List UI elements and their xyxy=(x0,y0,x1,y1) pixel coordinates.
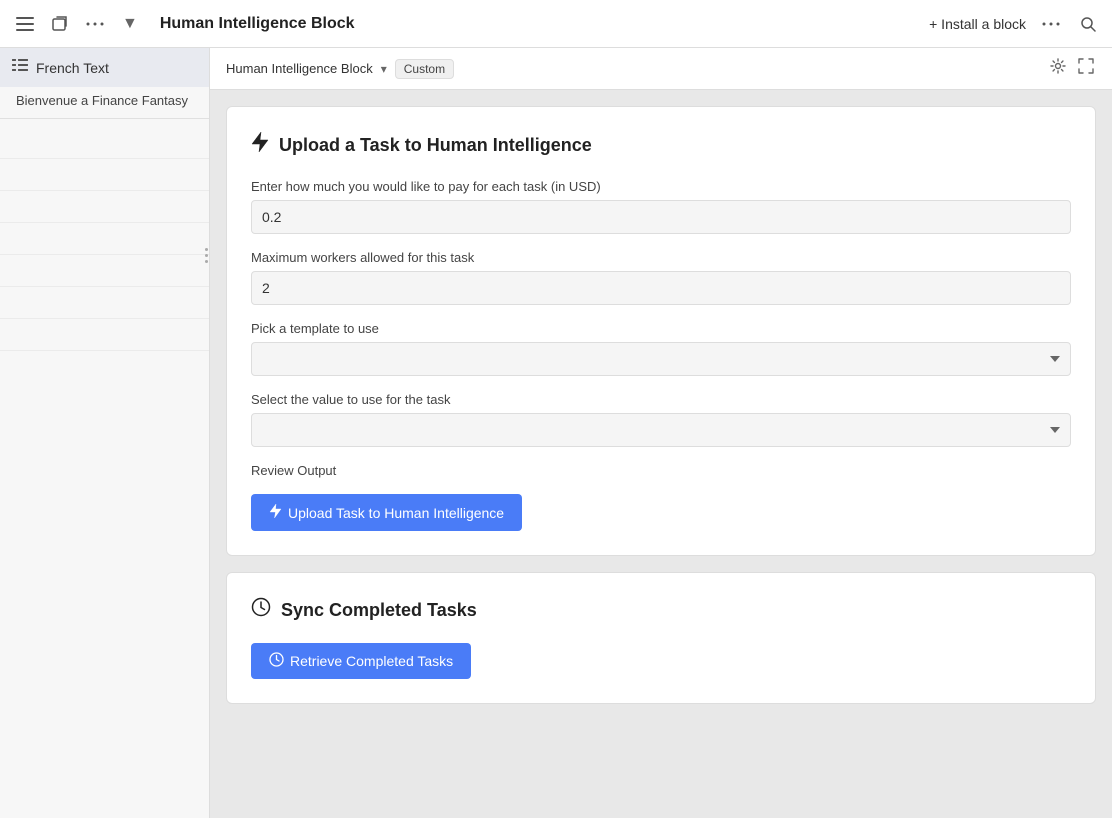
scroll-content: Upload a Task to Human Intelligence Ente… xyxy=(210,90,1112,818)
retrieve-btn-icon xyxy=(269,652,284,670)
sidebar-empty-row-3 xyxy=(0,191,209,223)
sync-card-title-text: Sync Completed Tasks xyxy=(281,600,477,621)
sidebar-item-label: French Text xyxy=(36,60,109,76)
expand-button[interactable] xyxy=(1076,56,1096,81)
breadcrumb-title: Human Intelligence Block xyxy=(226,61,373,76)
template-select[interactable] xyxy=(251,342,1071,376)
upload-card-title-text: Upload a Task to Human Intelligence xyxy=(279,135,592,156)
sidebar-empty-row-4 xyxy=(0,223,209,255)
workers-label: Maximum workers allowed for this task xyxy=(251,250,1071,265)
sidebar-sub-item[interactable]: Bienvenue a Finance Fantasy xyxy=(0,87,209,114)
clock-icon xyxy=(251,597,271,623)
sidebar-empty-row-1 xyxy=(0,127,209,159)
sub-header: Human Intelligence Block ▾ Custom xyxy=(210,48,1112,90)
sidebar-drag-handle[interactable] xyxy=(205,248,208,263)
template-label: Pick a template to use xyxy=(251,321,1071,336)
review-output-group: Review Output xyxy=(251,463,1071,478)
upload-card-title: Upload a Task to Human Intelligence xyxy=(251,131,1071,159)
upload-btn-icon xyxy=(269,503,282,522)
main-layout: French Text Bienvenue a Finance Fantasy … xyxy=(0,48,1112,818)
workers-input[interactable] xyxy=(251,271,1071,305)
upload-task-button[interactable]: Upload Task to Human Intelligence xyxy=(251,494,522,531)
sidebar-empty-rows xyxy=(0,123,209,355)
sidebar-sub-item-label: Bienvenue a Finance Fantasy xyxy=(16,93,188,108)
sidebar-empty-row-7 xyxy=(0,319,209,351)
sidebar-item-french-text[interactable]: French Text xyxy=(0,48,209,87)
top-bar-more-button[interactable] xyxy=(1038,18,1064,30)
upload-btn-label: Upload Task to Human Intelligence xyxy=(288,505,504,521)
content-area: Human Intelligence Block ▾ Custom xyxy=(210,48,1112,818)
new-tab-button[interactable] xyxy=(48,12,72,36)
install-block-label: + Install a block xyxy=(929,16,1026,32)
sidebar-empty-row-5 xyxy=(0,255,209,287)
upload-card: Upload a Task to Human Intelligence Ente… xyxy=(226,106,1096,556)
retrieve-tasks-button[interactable]: Retrieve Completed Tasks xyxy=(251,643,471,679)
sidebar-empty-row-2 xyxy=(0,159,209,191)
custom-tag: Custom xyxy=(395,59,454,79)
sidebar: French Text Bienvenue a Finance Fantasy xyxy=(0,48,210,818)
install-block-button[interactable]: + Install a block xyxy=(929,16,1026,32)
breadcrumb-arrow: ▾ xyxy=(381,62,387,76)
template-form-group: Pick a template to use xyxy=(251,321,1071,376)
task-value-form-group: Select the value to use for the task xyxy=(251,392,1071,447)
top-bar-left: ▼ Human Intelligence Block xyxy=(12,12,355,36)
settings-button[interactable] xyxy=(1048,56,1068,81)
page-title: Human Intelligence Block xyxy=(160,15,355,33)
bolt-icon xyxy=(251,131,269,159)
list-icon xyxy=(12,58,28,77)
task-value-label: Select the value to use for the task xyxy=(251,392,1071,407)
review-output-label: Review Output xyxy=(251,463,1071,478)
pay-label: Enter how much you would like to pay for… xyxy=(251,179,1071,194)
sidebar-divider xyxy=(0,118,209,119)
sync-card: Sync Completed Tasks Retrieve Completed … xyxy=(226,572,1096,704)
sync-card-title: Sync Completed Tasks xyxy=(251,597,1071,623)
task-value-select[interactable] xyxy=(251,413,1071,447)
more-options-button[interactable] xyxy=(82,18,108,30)
search-button[interactable] xyxy=(1076,12,1100,36)
top-bar: ▼ Human Intelligence Block + Install a b… xyxy=(0,0,1112,48)
top-bar-right: + Install a block xyxy=(929,12,1100,36)
retrieve-btn-label: Retrieve Completed Tasks xyxy=(290,653,453,669)
pay-input[interactable] xyxy=(251,200,1071,234)
collapse-sidebar-button[interactable] xyxy=(12,13,38,35)
sidebar-empty-row-6 xyxy=(0,287,209,319)
sub-header-icons xyxy=(1048,56,1096,81)
pay-form-group: Enter how much you would like to pay for… xyxy=(251,179,1071,234)
workers-form-group: Maximum workers allowed for this task xyxy=(251,250,1071,305)
